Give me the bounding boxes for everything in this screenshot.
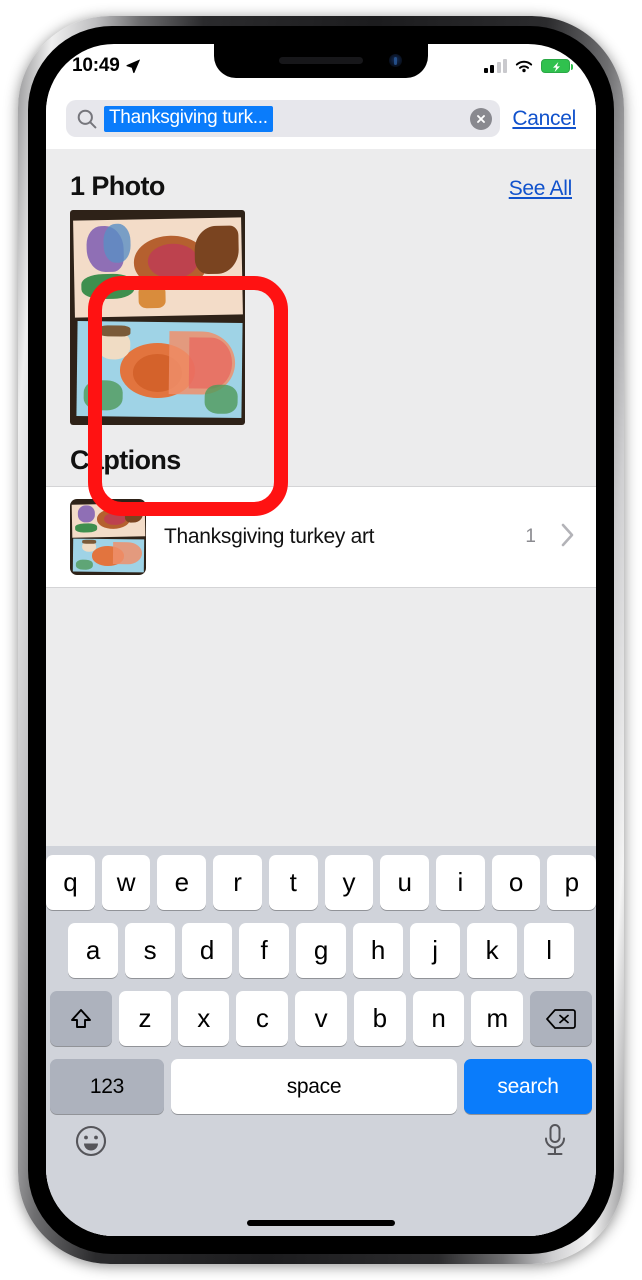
search-icon	[77, 109, 97, 128]
on-screen-keyboard: q w e r t y u i o p a s d f g h j k l z …	[46, 846, 596, 1236]
status-bar-left: 10:49	[72, 55, 141, 77]
wifi-icon	[515, 60, 533, 72]
key-v[interactable]: v	[295, 991, 347, 1046]
keyboard-row-2: a s d f g h j k l	[46, 923, 596, 978]
backspace-delete-icon[interactable]	[530, 991, 593, 1046]
search-input[interactable]: Thanksgiving turk...	[66, 100, 501, 137]
key-f[interactable]: f	[239, 923, 289, 978]
artwork-bottom-small	[72, 538, 145, 573]
key-a[interactable]: a	[68, 923, 118, 978]
search-query-text: Thanksgiving turk...	[104, 105, 273, 132]
shift-arrow-icon[interactable]	[49, 991, 112, 1046]
key-m[interactable]: m	[471, 991, 524, 1046]
search-key[interactable]: search	[464, 1059, 592, 1114]
chevron-right-icon	[560, 522, 576, 553]
key-j[interactable]: j	[410, 923, 460, 978]
numbers-key[interactable]: 123	[50, 1059, 164, 1114]
key-u[interactable]: u	[380, 855, 429, 910]
earpiece-speaker-icon	[279, 57, 363, 64]
key-n[interactable]: n	[412, 991, 465, 1046]
clear-circle-icon[interactable]	[470, 107, 493, 130]
table-row[interactable]: Thanksgiving turkey art 1	[46, 487, 596, 587]
key-r[interactable]: r	[213, 855, 262, 910]
key-e[interactable]: e	[157, 855, 207, 910]
phone-screen: 10:49 Thanksgiving turk... Cancel 1 Phot…	[46, 44, 596, 1236]
cellular-signal-icon	[483, 58, 507, 73]
captions-section-header: Captions	[46, 425, 596, 486]
captions-title: Captions	[70, 445, 181, 475]
key-c[interactable]: c	[236, 991, 289, 1046]
keyboard-row-4: 123 space search	[46, 1059, 596, 1114]
caption-thumbnail	[70, 499, 146, 575]
artwork-top-small	[71, 502, 145, 538]
space-key[interactable]: space	[171, 1059, 457, 1114]
smiley-face-icon[interactable]	[74, 1124, 108, 1163]
key-x[interactable]: x	[177, 991, 230, 1046]
key-i[interactable]: i	[435, 855, 485, 910]
key-y[interactable]: y	[324, 855, 374, 910]
key-h[interactable]: h	[353, 923, 403, 978]
key-q[interactable]: q	[46, 855, 95, 910]
see-all-button[interactable]: See All	[509, 177, 573, 201]
artwork-bottom	[76, 320, 243, 418]
status-bar-right	[483, 58, 573, 74]
screenshot-stage: 10:49 Thanksgiving turk... Cancel 1 Phot…	[0, 0, 642, 1280]
location-arrow-icon	[126, 59, 140, 74]
key-z[interactable]: z	[118, 991, 171, 1046]
photo-thumbnail[interactable]	[70, 210, 245, 425]
photos-section-header: 1 Photo See All	[46, 149, 596, 206]
cancel-button[interactable]: Cancel	[510, 107, 576, 131]
key-t[interactable]: t	[268, 855, 318, 910]
home-indicator[interactable]	[247, 1220, 395, 1226]
key-w[interactable]: w	[101, 855, 151, 910]
device-notch	[214, 44, 428, 78]
battery-charging-icon	[541, 59, 573, 73]
key-o[interactable]: o	[491, 855, 541, 910]
caption-count: 1	[525, 526, 536, 547]
keyboard-bottom-bar	[46, 1114, 596, 1192]
search-bar: Thanksgiving turk... Cancel	[46, 88, 596, 149]
key-b[interactable]: b	[353, 991, 406, 1046]
page-title: 1 Photo	[70, 171, 165, 201]
keyboard-row-3: z x c v b n m	[46, 991, 596, 1046]
status-time: 10:49	[72, 55, 120, 76]
key-s[interactable]: s	[125, 923, 175, 978]
artwork-top	[72, 216, 243, 317]
caption-label: Thanksgiving turkey art	[164, 525, 375, 548]
key-g[interactable]: g	[296, 923, 346, 978]
key-d[interactable]: d	[182, 923, 232, 978]
keyboard-row-1: q w e r t y u i o p	[46, 855, 596, 910]
captions-list: Thanksgiving turkey art 1	[46, 486, 596, 588]
key-k[interactable]: k	[467, 923, 517, 978]
key-l[interactable]: l	[524, 923, 574, 978]
photo-results-row	[46, 206, 596, 425]
key-p[interactable]: p	[547, 855, 596, 910]
front-camera-icon	[389, 54, 402, 67]
microphone-icon[interactable]	[542, 1123, 568, 1164]
